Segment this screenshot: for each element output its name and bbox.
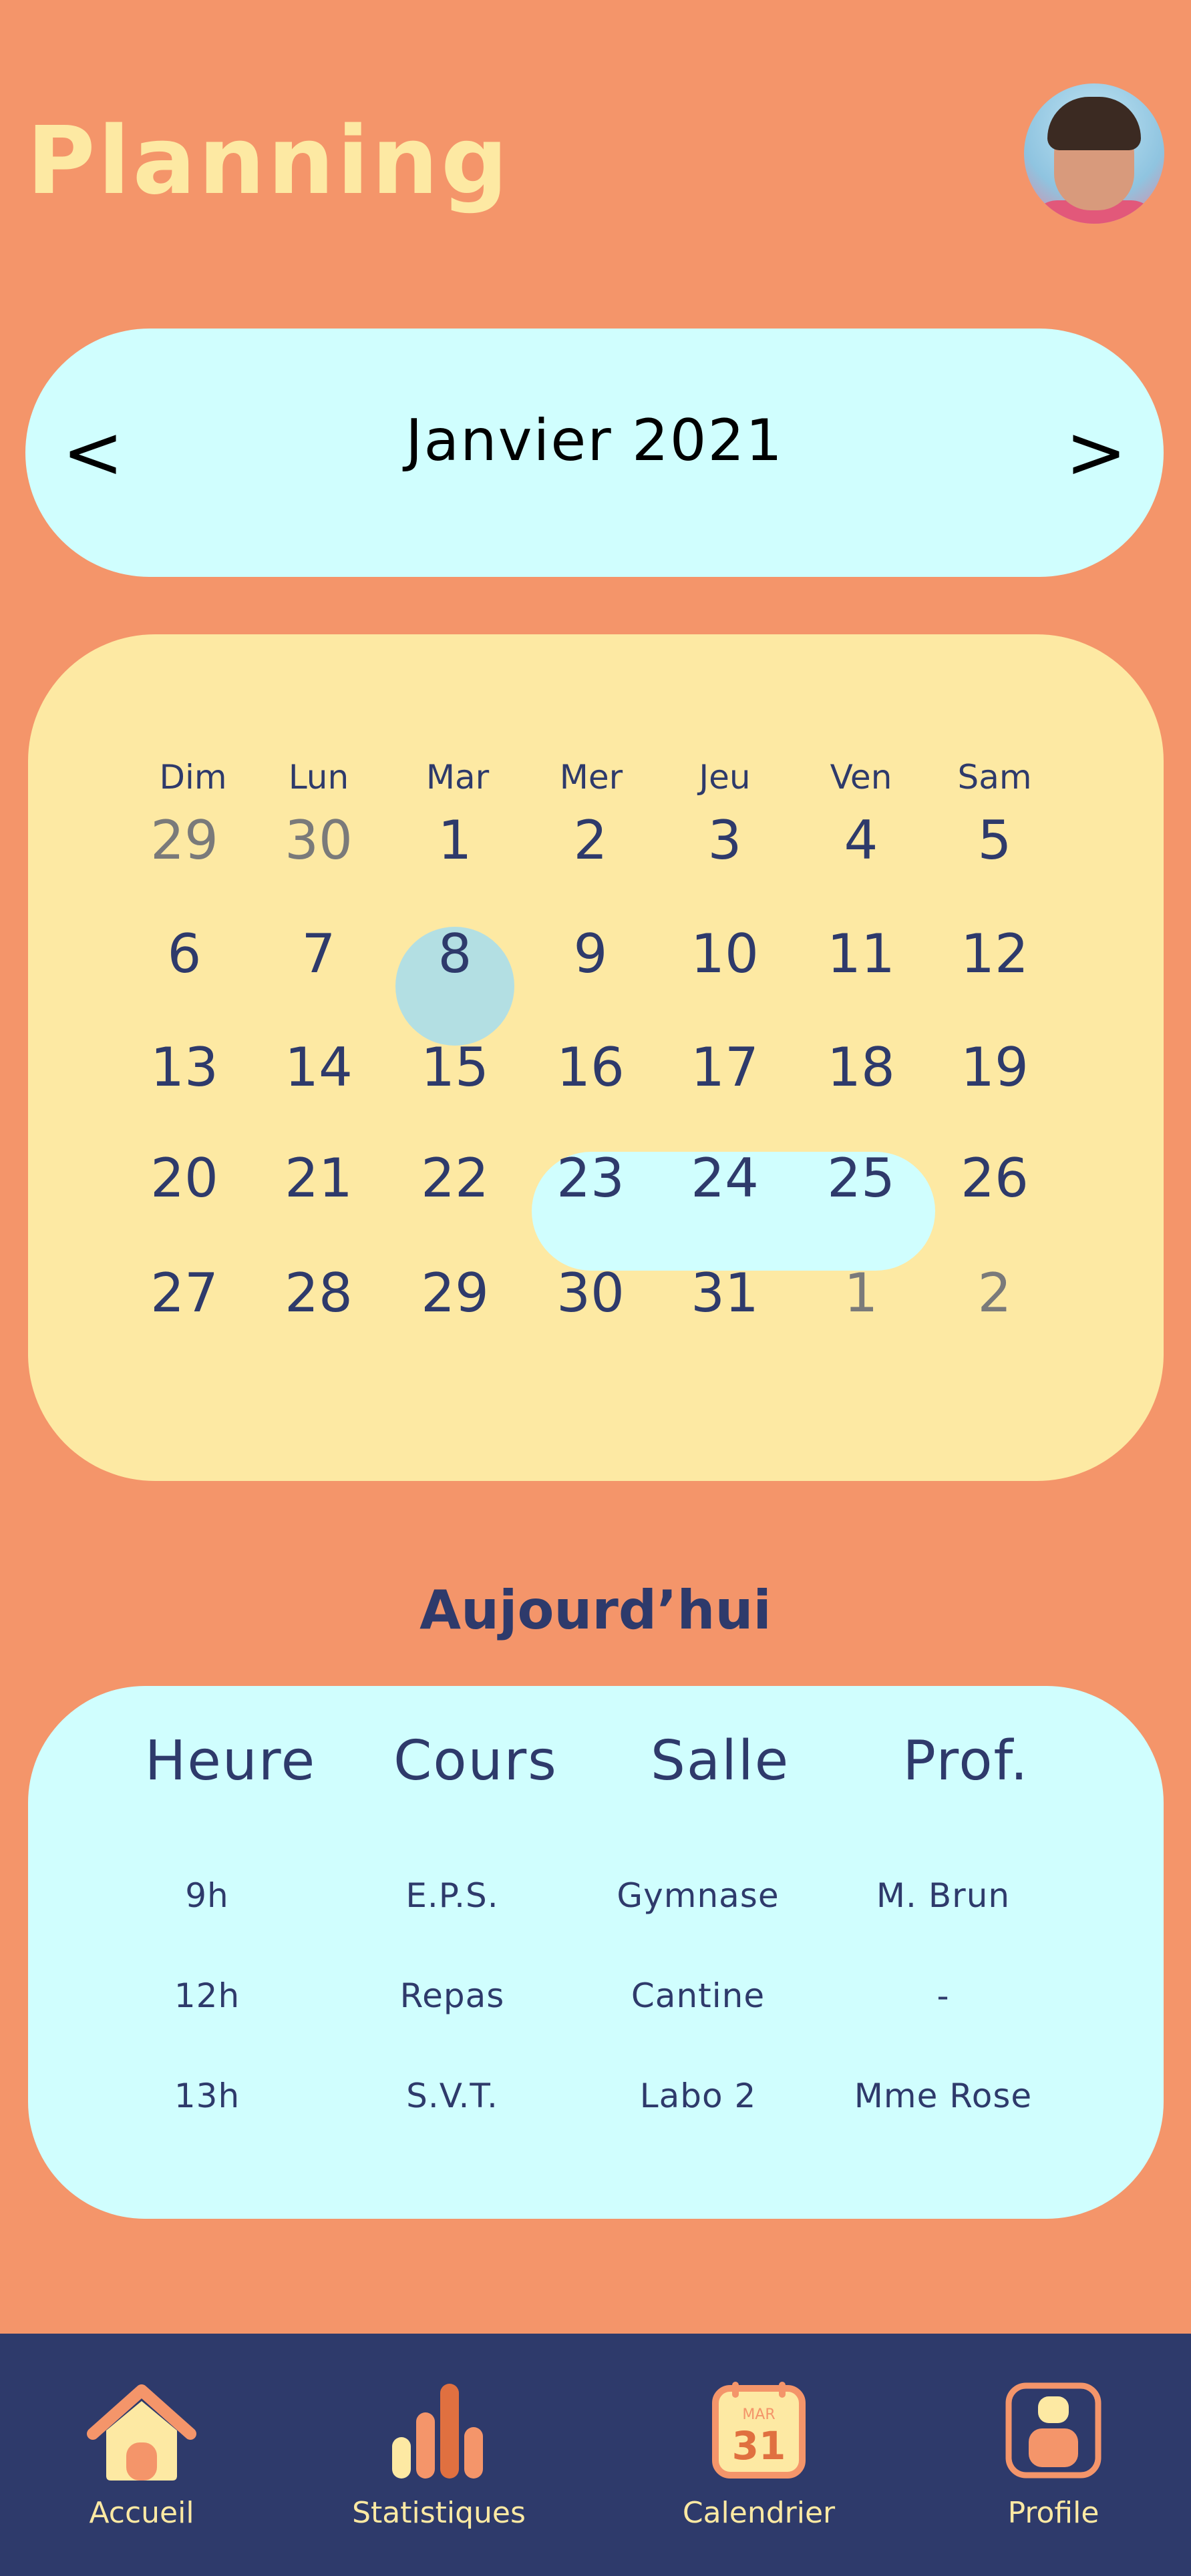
next-month-button[interactable]: > <box>1065 402 1127 502</box>
calendar-day[interactable]: 21 <box>252 1147 385 1209</box>
calendar-day[interactable]: 11 <box>794 923 928 985</box>
schedule-teacher: M. Brun <box>876 1876 1011 1915</box>
nav-profile[interactable]: Profile <box>933 2374 1174 2561</box>
calendar-icon-month: MAR <box>742 2406 775 2423</box>
schedule-course: S.V.T. <box>406 2077 498 2115</box>
schedule-header-course: Cours <box>393 1729 558 1793</box>
schedule-teacher: Mme Rose <box>854 2077 1033 2115</box>
weekday-label: Sam <box>957 758 1032 797</box>
schedule-room: Gymnase <box>617 1876 780 1915</box>
calendar-day[interactable]: 25 <box>794 1147 928 1209</box>
weekday-label: Mer <box>559 758 623 797</box>
weekday-label: Dim <box>159 758 227 797</box>
calendar-day[interactable]: 23 <box>524 1147 657 1209</box>
calendar-day[interactable]: 26 <box>928 1147 1061 1209</box>
calendar-day[interactable]: 28 <box>252 1262 385 1324</box>
calendar-day[interactable]: 12 <box>928 923 1061 985</box>
bar-chart-icon <box>392 2384 483 2479</box>
calendar-day[interactable]: 30 <box>524 1262 657 1324</box>
calendar-day[interactable]: 24 <box>658 1147 792 1209</box>
schedule-header-room: Salle <box>650 1729 790 1793</box>
schedule-course: Repas <box>399 1976 505 2015</box>
calendar-day[interactable]: 16 <box>524 1036 657 1098</box>
calendar-day[interactable]: 31 <box>658 1262 792 1324</box>
schedule-time: 12h <box>174 1976 240 2015</box>
page-title: Planning <box>27 107 511 216</box>
calendar-day[interactable]: 1 <box>794 1262 928 1324</box>
schedule-teacher: - <box>937 1976 950 2015</box>
nav-accueil-label: Accueil <box>89 2496 194 2530</box>
nav-statistiques[interactable]: Statistiques <box>319 2374 559 2561</box>
calendar-day[interactable]: 27 <box>118 1262 251 1324</box>
schedule-room: Cantine <box>631 1976 765 2015</box>
calendar-day[interactable]: 9 <box>524 923 657 985</box>
calendar-day[interactable]: 5 <box>928 809 1061 871</box>
calendar-day[interactable]: 29 <box>388 1262 522 1324</box>
nav-statistiques-label: Statistiques <box>352 2496 526 2530</box>
schedule-time: 13h <box>174 2077 240 2115</box>
calendar-day[interactable]: 30 <box>252 809 385 871</box>
profile-icon <box>1005 2382 1101 2479</box>
avatar[interactable] <box>1024 83 1164 224</box>
calendar-icon: MAR 31 <box>712 2382 806 2479</box>
schedule-header-teacher: Prof. <box>902 1729 1029 1793</box>
schedule-room: Labo 2 <box>639 2077 757 2115</box>
weekday-label: Jeu <box>699 758 751 797</box>
month-label: Janvier 2021 <box>405 407 784 474</box>
schedule-course: E.P.S. <box>405 1876 499 1915</box>
calendar-day[interactable]: 2 <box>524 809 657 871</box>
calendar-day[interactable]: 1 <box>388 809 522 871</box>
calendar-day[interactable]: 15 <box>388 1036 522 1098</box>
calendar-day[interactable]: 7 <box>252 923 385 985</box>
calendar-day[interactable]: 19 <box>928 1036 1061 1098</box>
nav-profile-label: Profile <box>1007 2496 1099 2530</box>
calendar-day[interactable]: 17 <box>658 1036 792 1098</box>
calendar-day[interactable]: 20 <box>118 1147 251 1209</box>
weekday-label: Mar <box>426 758 490 797</box>
home-icon <box>87 2384 196 2481</box>
calendar-day[interactable]: 8 <box>388 923 522 985</box>
calendar-day[interactable]: 22 <box>388 1147 522 1209</box>
today-title: Aujourd’hui <box>419 1579 772 1641</box>
weekday-label: Lun <box>288 758 349 797</box>
calendar-day[interactable]: 13 <box>118 1036 251 1098</box>
calendar-day[interactable]: 6 <box>118 923 251 985</box>
calendar-day[interactable]: 29 <box>118 809 251 871</box>
calendar-day[interactable]: 18 <box>794 1036 928 1098</box>
nav-accueil[interactable]: Accueil <box>21 2374 262 2561</box>
nav-calendrier[interactable]: MAR 31 Calendrier <box>639 2374 879 2561</box>
schedule-header-time: Heure <box>144 1729 317 1793</box>
weekday-label: Ven <box>830 758 892 797</box>
schedule-time: 9h <box>185 1876 229 1915</box>
avatar-hair <box>1047 97 1141 150</box>
nav-calendrier-label: Calendrier <box>682 2496 836 2530</box>
calendar-day[interactable]: 4 <box>794 809 928 871</box>
calendar-day[interactable]: 10 <box>658 923 792 985</box>
month-navigator: < Janvier 2021 > <box>25 329 1164 577</box>
calendar-day[interactable]: 14 <box>252 1036 385 1098</box>
calendar-icon-day: 31 <box>732 2423 786 2468</box>
calendar-day[interactable]: 3 <box>658 809 792 871</box>
calendar-day[interactable]: 2 <box>928 1262 1061 1324</box>
